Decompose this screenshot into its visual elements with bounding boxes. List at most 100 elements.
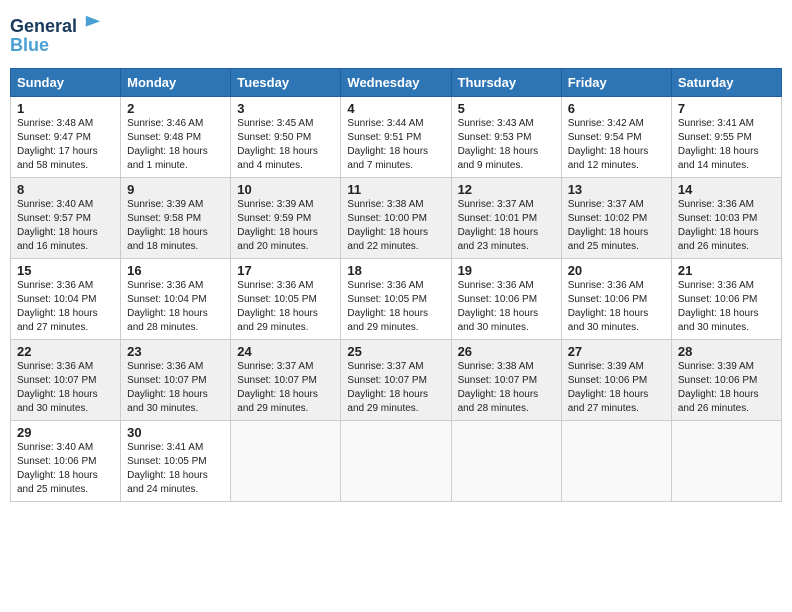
calendar-cell: 24Sunrise: 3:37 AMSunset: 10:07 PMDaylig… <box>231 339 341 420</box>
week-row-4: 22 Sunrise: 3:36 AMSunset: 10:07 PMDaylig… <box>11 339 782 420</box>
weekday-header-friday: Friday <box>561 68 671 96</box>
day-info: Sunrise: 3:37 AMSunset: 10:07 PMDaylight… <box>347 360 444 416</box>
day-number: 27 <box>568 344 665 359</box>
day-info: Sunrise: 3:37 AMSunset: 10:01 PMDaylight… <box>458 198 555 254</box>
day-info: Sunrise: 3:36 AMSunset: 10:07 PMDaylight… <box>127 360 224 416</box>
day-number: 22 <box>17 344 114 359</box>
day-number: 14 <box>678 182 775 197</box>
weekday-header-saturday: Saturday <box>671 68 781 96</box>
day-info: Sunrise: 3:38 AMSunset: 10:00 PMDaylight… <box>347 198 444 254</box>
day-number: 24 <box>237 344 334 359</box>
day-number: 30 <box>127 425 224 440</box>
calendar-cell: 11Sunrise: 3:38 AMSunset: 10:00 PMDaylig… <box>341 177 451 258</box>
logo: General Blue <box>10 14 102 56</box>
calendar-cell: 9Sunrise: 3:39 AMSunset: 9:58 PMDaylight… <box>121 177 231 258</box>
day-info: Sunrise: 3:39 AMSunset: 10:06 PMDaylight… <box>678 360 775 416</box>
day-info: Sunrise: 3:36 AMSunset: 10:05 PMDaylight… <box>347 279 444 335</box>
week-row-5: 29Sunrise: 3:40 AMSunset: 10:06 PMDaylig… <box>11 420 782 501</box>
day-number: 15 <box>17 263 114 278</box>
day-number: 4 <box>347 101 444 116</box>
calendar-cell <box>231 420 341 501</box>
day-info: Sunrise: 3:39 AMSunset: 9:58 PMDaylight:… <box>127 198 224 254</box>
calendar-cell: 19Sunrise: 3:36 AMSunset: 10:06 PMDaylig… <box>451 258 561 339</box>
day-info: Sunrise: 3:36 AMSunset: 10:06 PMDaylight… <box>458 279 555 335</box>
day-number: 10 <box>237 182 334 197</box>
weekday-header-row: SundayMondayTuesdayWednesdayThursdayFrid… <box>11 68 782 96</box>
calendar-cell: 7Sunrise: 3:41 AMSunset: 9:55 PMDaylight… <box>671 96 781 177</box>
day-info: Sunrise: 3:43 AMSunset: 9:53 PMDaylight:… <box>458 117 555 173</box>
calendar-cell: 18Sunrise: 3:36 AMSunset: 10:05 PMDaylig… <box>341 258 451 339</box>
day-info: Sunrise: 3:48 AMSunset: 9:47 PMDaylight:… <box>17 117 114 173</box>
day-number: 16 <box>127 263 224 278</box>
day-info: Sunrise: 3:36 AMSunset: 10:04 PMDaylight… <box>127 279 224 335</box>
day-info: Sunrise: 3:41 AMSunset: 9:55 PMDaylight:… <box>678 117 775 173</box>
calendar-cell: 26Sunrise: 3:38 AMSunset: 10:07 PMDaylig… <box>451 339 561 420</box>
calendar-cell <box>341 420 451 501</box>
day-info: Sunrise: 3:36 AMSunset: 10:05 PMDaylight… <box>237 279 334 335</box>
logo-text: General <box>10 14 102 37</box>
day-number: 6 <box>568 101 665 116</box>
day-number: 3 <box>237 101 334 116</box>
day-number: 5 <box>458 101 555 116</box>
calendar-cell: 8Sunrise: 3:40 AMSunset: 9:57 PMDaylight… <box>11 177 121 258</box>
day-number: 25 <box>347 344 444 359</box>
day-number: 13 <box>568 182 665 197</box>
calendar-cell: 27Sunrise: 3:39 AMSunset: 10:06 PMDaylig… <box>561 339 671 420</box>
calendar-cell: 17Sunrise: 3:36 AMSunset: 10:05 PMDaylig… <box>231 258 341 339</box>
day-info: Sunrise: 3:40 AMSunset: 9:57 PMDaylight:… <box>17 198 114 254</box>
week-row-1: 1Sunrise: 3:48 AMSunset: 9:47 PMDaylight… <box>11 96 782 177</box>
calendar-cell: 15Sunrise: 3:36 AMSunset: 10:04 PMDaylig… <box>11 258 121 339</box>
day-info: Sunrise: 3:38 AMSunset: 10:07 PMDaylight… <box>458 360 555 416</box>
day-number: 7 <box>678 101 775 116</box>
calendar-cell: 29Sunrise: 3:40 AMSunset: 10:06 PMDaylig… <box>11 420 121 501</box>
week-row-2: 8Sunrise: 3:40 AMSunset: 9:57 PMDaylight… <box>11 177 782 258</box>
page: General Blue SundayMondayTuesdayWednesda… <box>10 10 782 502</box>
logo-flag-icon <box>84 14 102 32</box>
header: General Blue <box>10 10 782 60</box>
day-info: Sunrise: 3:41 AMSunset: 10:05 PMDaylight… <box>127 441 224 497</box>
calendar-cell: 28Sunrise: 3:39 AMSunset: 10:06 PMDaylig… <box>671 339 781 420</box>
day-number: 1 <box>17 101 114 116</box>
calendar-cell: 22Sunrise: 3:36 AMSunset: 10:07 PMDaylig… <box>11 339 121 420</box>
day-info: Sunrise: 3:40 AMSunset: 10:06 PMDaylight… <box>17 441 114 497</box>
calendar: SundayMondayTuesdayWednesdayThursdayFrid… <box>10 68 782 502</box>
calendar-cell: 2Sunrise: 3:46 AMSunset: 9:48 PMDaylight… <box>121 96 231 177</box>
day-number: 17 <box>237 263 334 278</box>
day-number: 26 <box>458 344 555 359</box>
logo-blue: Blue <box>10 35 102 56</box>
calendar-cell: 16Sunrise: 3:36 AMSunset: 10:04 PMDaylig… <box>121 258 231 339</box>
day-number: 8 <box>17 182 114 197</box>
day-info: Sunrise: 3:46 AMSunset: 9:48 PMDaylight:… <box>127 117 224 173</box>
calendar-cell <box>561 420 671 501</box>
day-info: Sunrise: 3:36 AMSunset: 10:03 PMDaylight… <box>678 198 775 254</box>
weekday-header-sunday: Sunday <box>11 68 121 96</box>
calendar-cell: 10Sunrise: 3:39 AMSunset: 9:59 PMDayligh… <box>231 177 341 258</box>
calendar-cell: 23Sunrise: 3:36 AMSunset: 10:07 PMDaylig… <box>121 339 231 420</box>
day-info: Sunrise: 3:36 AMSunset: 10:04 PMDaylight… <box>17 279 114 335</box>
calendar-cell: 5Sunrise: 3:43 AMSunset: 9:53 PMDaylight… <box>451 96 561 177</box>
day-info: Sunrise: 3:39 AMSunset: 9:59 PMDaylight:… <box>237 198 334 254</box>
day-number: 20 <box>568 263 665 278</box>
calendar-cell: 4Sunrise: 3:44 AMSunset: 9:51 PMDaylight… <box>341 96 451 177</box>
calendar-cell: 13Sunrise: 3:37 AMSunset: 10:02 PMDaylig… <box>561 177 671 258</box>
week-row-3: 15Sunrise: 3:36 AMSunset: 10:04 PMDaylig… <box>11 258 782 339</box>
weekday-header-thursday: Thursday <box>451 68 561 96</box>
weekday-header-wednesday: Wednesday <box>341 68 451 96</box>
calendar-cell: 12Sunrise: 3:37 AMSunset: 10:01 PMDaylig… <box>451 177 561 258</box>
day-number: 21 <box>678 263 775 278</box>
day-info: Sunrise: 3:36 AMSunset: 10:06 PMDaylight… <box>568 279 665 335</box>
day-number: 29 <box>17 425 114 440</box>
calendar-cell: 21Sunrise: 3:36 AMSunset: 10:06 PMDaylig… <box>671 258 781 339</box>
day-number: 23 <box>127 344 224 359</box>
calendar-cell: 1Sunrise: 3:48 AMSunset: 9:47 PMDaylight… <box>11 96 121 177</box>
day-info: Sunrise: 3:42 AMSunset: 9:54 PMDaylight:… <box>568 117 665 173</box>
day-number: 18 <box>347 263 444 278</box>
day-number: 9 <box>127 182 224 197</box>
calendar-cell: 25Sunrise: 3:37 AMSunset: 10:07 PMDaylig… <box>341 339 451 420</box>
weekday-header-tuesday: Tuesday <box>231 68 341 96</box>
day-info: Sunrise: 3:37 AMSunset: 10:07 PMDaylight… <box>237 360 334 416</box>
day-number: 11 <box>347 182 444 197</box>
calendar-cell: 14Sunrise: 3:36 AMSunset: 10:03 PMDaylig… <box>671 177 781 258</box>
day-info: Sunrise: 3:37 AMSunset: 10:02 PMDaylight… <box>568 198 665 254</box>
weekday-header-monday: Monday <box>121 68 231 96</box>
